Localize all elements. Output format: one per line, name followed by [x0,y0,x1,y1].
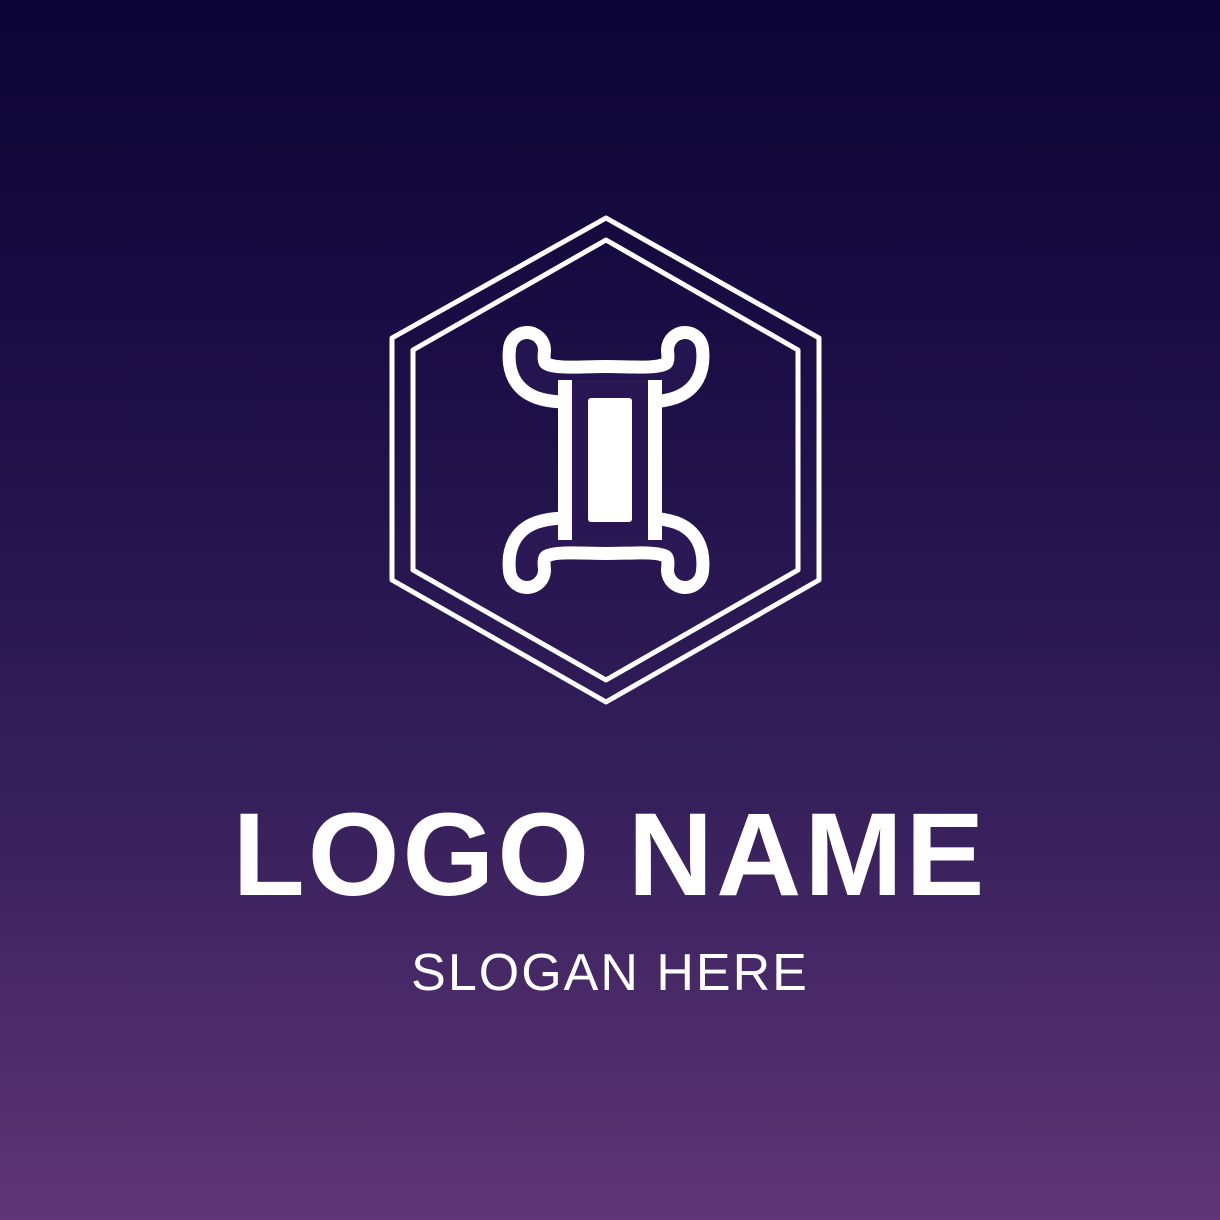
gemini-symbol-icon [502,326,710,594]
logo-emblem [389,215,822,705]
slogan-text: SLOGAN HERE [411,944,809,1002]
logo-name-text: LOGO NAME [232,789,988,921]
